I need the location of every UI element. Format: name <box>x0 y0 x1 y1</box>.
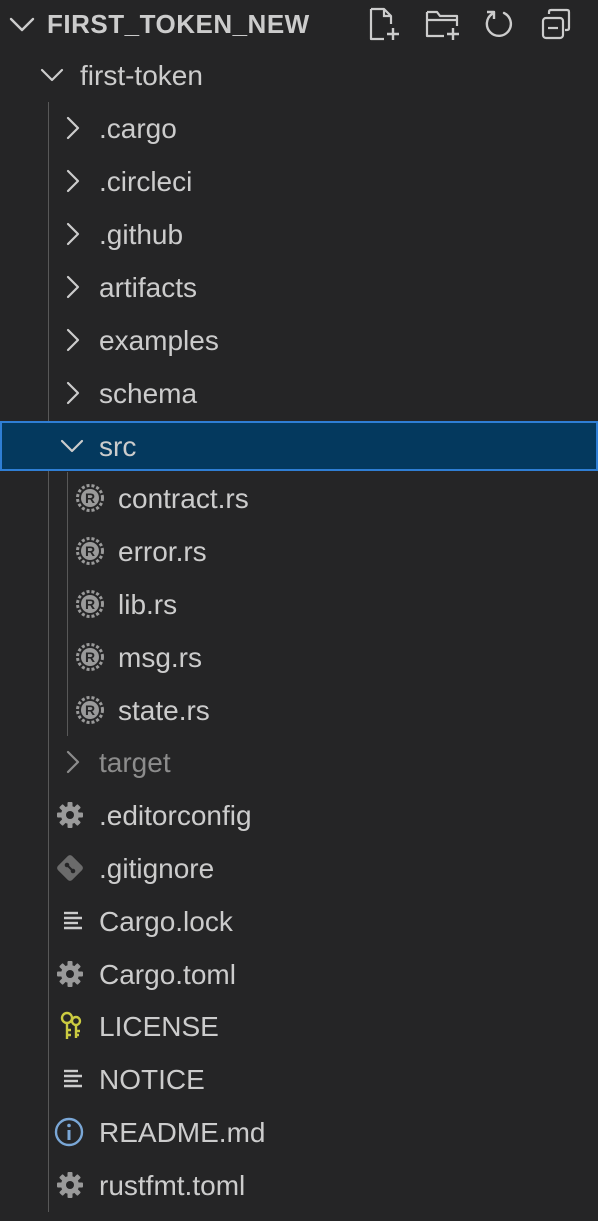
tree-folder-first-token[interactable]: first-token <box>0 49 598 102</box>
tree-file[interactable]: NOTICE <box>0 1053 598 1106</box>
info-icon <box>53 1116 85 1148</box>
tree-file[interactable]: R state.rs <box>0 684 598 737</box>
tree-folder[interactable]: .cargo <box>0 102 598 155</box>
gear-icon <box>54 799 86 831</box>
folder-label: target <box>99 747 171 778</box>
chevron-right-icon <box>58 167 86 195</box>
refresh-icon[interactable] <box>482 6 516 42</box>
svg-text:R: R <box>85 543 95 559</box>
explorer-header[interactable]: FIRST_TOKEN_NEW <box>0 0 598 48</box>
rust-file-icon: R <box>74 641 106 673</box>
chevron-right-icon <box>58 748 86 776</box>
tree-folder[interactable]: schema <box>0 367 598 420</box>
tree-file[interactable]: R msg.rs <box>0 631 598 684</box>
chevron-down-icon[interactable] <box>7 9 37 39</box>
tree-folder-target[interactable]: target <box>0 736 598 789</box>
file-label: .gitignore <box>99 853 215 884</box>
file-label: Cargo.lock <box>99 906 233 937</box>
file-label: README.md <box>99 1117 266 1148</box>
chevron-right-icon <box>58 273 86 301</box>
tree-folder-src[interactable]: src <box>0 421 598 471</box>
svg-text:R: R <box>85 649 95 665</box>
rust-file-icon: R <box>74 535 106 567</box>
rust-file-icon: R <box>74 482 106 514</box>
svg-text:R: R <box>85 490 95 506</box>
new-folder-icon[interactable] <box>424 6 459 42</box>
lines-icon <box>58 905 90 937</box>
file-label: contract.rs <box>118 483 249 514</box>
folder-label: .circleci <box>99 166 193 197</box>
svg-text:R: R <box>85 596 95 612</box>
chevron-down-icon <box>38 61 66 89</box>
folder-label: first-token <box>80 60 203 91</box>
folder-label: .github <box>99 219 184 250</box>
tree-file[interactable]: Cargo.lock <box>0 895 598 948</box>
file-label: .editorconfig <box>99 800 252 831</box>
file-label: error.rs <box>118 536 207 567</box>
new-file-icon[interactable] <box>367 6 401 42</box>
tree-file[interactable]: README.md <box>0 1106 598 1159</box>
git-icon <box>54 852 86 884</box>
tree-file[interactable]: R contract.rs <box>0 472 598 525</box>
file-label: lib.rs <box>118 589 178 620</box>
file-label: LICENSE <box>99 1011 219 1042</box>
chevron-down-icon <box>58 432 86 460</box>
rust-file-icon: R <box>74 694 106 726</box>
file-label: msg.rs <box>118 642 202 673</box>
file-label: state.rs <box>118 695 210 726</box>
chevron-right-icon <box>58 114 86 142</box>
tree-folder[interactable]: .github <box>0 208 598 261</box>
collapse-all-icon[interactable] <box>540 6 574 42</box>
svg-text:R: R <box>85 702 95 718</box>
lines-icon <box>58 1063 90 1095</box>
file-label: NOTICE <box>99 1064 205 1095</box>
gear-icon <box>54 958 86 990</box>
tree-folder[interactable]: artifacts <box>0 261 598 314</box>
tree-folder[interactable]: .circleci <box>0 155 598 208</box>
tree-folder[interactable]: examples <box>0 314 598 367</box>
tree-file[interactable]: rustfmt.toml <box>0 1159 598 1212</box>
tree-file[interactable]: R error.rs <box>0 525 598 578</box>
rust-file-icon: R <box>74 588 106 620</box>
gear-icon <box>54 1169 86 1201</box>
tree-file[interactable]: .editorconfig <box>0 789 598 842</box>
chevron-right-icon <box>58 326 86 354</box>
tree-file[interactable]: LICENSE <box>0 1000 598 1053</box>
folder-label: schema <box>99 378 198 409</box>
file-label: rustfmt.toml <box>99 1170 246 1201</box>
license-key-icon <box>56 1010 88 1042</box>
folder-label: .cargo <box>99 113 177 144</box>
folder-label: artifacts <box>99 272 198 303</box>
explorer-title: FIRST_TOKEN_NEW <box>47 9 310 39</box>
file-label: Cargo.toml <box>99 959 236 990</box>
tree-file[interactable]: R lib.rs <box>0 578 598 631</box>
folder-label: src <box>99 431 137 462</box>
tree-file[interactable]: Cargo.toml <box>0 948 598 1001</box>
tree-file[interactable]: .gitignore <box>0 842 598 895</box>
chevron-right-icon <box>58 379 86 407</box>
chevron-right-icon <box>58 220 86 248</box>
folder-label: examples <box>99 325 219 356</box>
